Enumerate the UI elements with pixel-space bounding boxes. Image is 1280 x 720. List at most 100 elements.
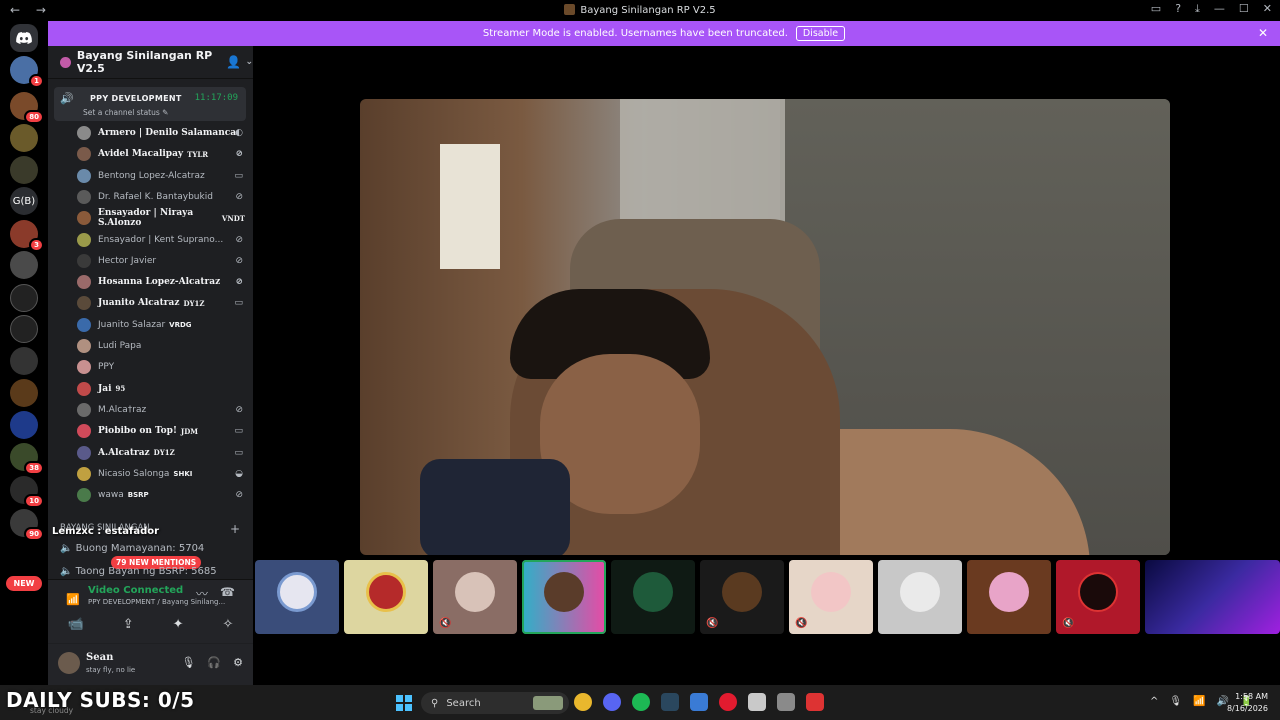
voice-member[interactable]: Juanito Alcatraz DY1Z ▭ bbox=[77, 293, 245, 313]
taskbar-app-notepad-icon[interactable] bbox=[690, 693, 708, 711]
disable-button[interactable]: Disable bbox=[795, 26, 846, 41]
voice-member[interactable]: Piobibo on Top! JDM ▭ bbox=[77, 421, 245, 441]
channel-status[interactable]: Set a channel status ✎ bbox=[83, 108, 168, 117]
add-channel-icon[interactable]: + bbox=[230, 522, 240, 536]
guild-icon[interactable]: 80 bbox=[10, 92, 44, 124]
tray-overflow-icon[interactable]: ^ bbox=[1150, 696, 1158, 707]
taskbar-app-discord-icon[interactable] bbox=[603, 693, 621, 711]
activities-icon[interactable]: ✦ bbox=[173, 617, 184, 632]
taskbar-app-opera-icon[interactable] bbox=[719, 693, 737, 711]
camera-icon[interactable]: 📹 bbox=[68, 617, 84, 632]
guild-icon[interactable]: G(B) bbox=[10, 187, 38, 215]
maximize-button[interactable]: ☐ bbox=[1239, 2, 1249, 16]
headphones-icon[interactable]: 🎧 bbox=[207, 656, 221, 669]
voice-channel-member-count[interactable]: 🔈 Taong Bayan ng BSRP: 5685 bbox=[60, 566, 217, 577]
taskbar-app-app-icon[interactable] bbox=[777, 693, 795, 711]
voice-member[interactable]: M.Alca†raz ⊘ bbox=[77, 400, 245, 420]
banner-close-icon[interactable]: ✕ bbox=[1258, 26, 1268, 40]
member-name: Hector Javier bbox=[98, 255, 157, 266]
guild-icon[interactable] bbox=[10, 251, 38, 279]
new-unreads-pill[interactable]: NEW bbox=[6, 576, 42, 591]
participant-tile[interactable] bbox=[611, 560, 695, 634]
add-member-icon[interactable]: 👤 bbox=[226, 55, 241, 69]
muted-icon: 🔇 bbox=[439, 618, 452, 629]
guild-icon[interactable]: 1 bbox=[10, 56, 44, 88]
guild-icon[interactable] bbox=[10, 315, 38, 343]
voice-member[interactable]: Armero | Denilo Salamanca ◐ bbox=[77, 123, 245, 143]
participant-tile-selected[interactable] bbox=[522, 560, 606, 634]
disconnect-icon[interactable]: ☎ bbox=[220, 585, 235, 599]
settings-gear-icon[interactable]: ⚙ bbox=[233, 656, 243, 669]
voice-member[interactable]: Avidel Macalipay TYLR ⊘ bbox=[77, 144, 245, 164]
close-button[interactable]: ✕ bbox=[1263, 2, 1272, 16]
taskbar-app-obs-icon[interactable] bbox=[748, 693, 766, 711]
server-header[interactable]: Bayang Sinilangan RP V2.5 ⌄ 👤 bbox=[48, 46, 253, 79]
tray-mic-icon[interactable]: 🎙 bbox=[1169, 696, 1182, 707]
participant-tile[interactable] bbox=[344, 560, 428, 634]
voice-status-title[interactable]: Video Connected bbox=[88, 585, 183, 596]
voice-member[interactable]: Nicasio Salonga SHKI ◒ bbox=[77, 464, 245, 484]
guild-icon[interactable] bbox=[10, 379, 38, 407]
voice-channel-member-count[interactable]: 🔈 Buong Mamayanan: 5704 bbox=[60, 543, 204, 554]
voice-member[interactable]: Dr. Rafael K. Bantaybukid ⊘ bbox=[77, 187, 245, 207]
voice-member[interactable]: Hector Javier ⊘ bbox=[77, 251, 245, 271]
taskbar-app-chrome-icon[interactable] bbox=[574, 693, 592, 711]
windows-start-icon[interactable] bbox=[396, 695, 412, 711]
member-status-icon: ⊘ bbox=[235, 404, 243, 415]
help-icon[interactable]: ? bbox=[1175, 2, 1181, 16]
voice-member[interactable]: wawa BSRP ⊘ bbox=[77, 485, 245, 505]
member-guild-tag: 95 bbox=[115, 384, 126, 394]
participant-tile[interactable] bbox=[255, 560, 339, 634]
focused-video-stream[interactable] bbox=[360, 99, 1170, 555]
participant-tile[interactable]: 🔇 bbox=[1056, 560, 1140, 634]
participant-tile[interactable] bbox=[878, 560, 962, 634]
voice-member[interactable]: Jai 95 bbox=[77, 379, 245, 399]
guild-icon[interactable] bbox=[10, 156, 38, 184]
guild-icon[interactable]: 3 bbox=[10, 220, 44, 252]
voice-member[interactable]: Ensayador | Kent Suprano... ⊘ bbox=[77, 230, 245, 250]
download-icon[interactable]: ⤓ bbox=[1195, 2, 1200, 16]
voice-member[interactable]: Ludi Papa bbox=[77, 336, 245, 356]
member-status-icon: ▭ bbox=[234, 426, 243, 437]
voice-member[interactable]: PPY bbox=[77, 357, 245, 377]
wifi-icon[interactable]: 📶 bbox=[1193, 696, 1205, 707]
voice-member[interactable]: Hosanna Lopez-Alcatraz ⊘ bbox=[77, 272, 245, 292]
voice-member[interactable]: Juanito Salazar VRDG bbox=[77, 315, 245, 335]
guild-icon[interactable]: 10 bbox=[10, 476, 44, 508]
voice-member[interactable]: Ensayador | Niraya S.Alonzo VNDT bbox=[77, 208, 245, 228]
taskbar-search[interactable]: ⚲ Search bbox=[421, 692, 569, 714]
taskbar-app-spotify-icon[interactable] bbox=[632, 693, 650, 711]
voice-member[interactable]: A.Alcatraz DY1Z ▭ bbox=[77, 443, 245, 463]
screen-share-icon[interactable]: ⇪ bbox=[123, 617, 134, 632]
taskbar-app-app2-icon[interactable] bbox=[806, 693, 824, 711]
member-guild-tag: VRDG bbox=[169, 320, 192, 329]
member-name: Dr. Rafael K. Bantaybukid bbox=[98, 191, 213, 202]
guild-icon[interactable]: 38 bbox=[10, 443, 44, 475]
username[interactable]: Sean bbox=[86, 652, 113, 663]
inbox-icon[interactable]: ▭ bbox=[1151, 2, 1161, 16]
voice-channel-ppy-development[interactable]: 🔊 PPY DEVELOPMENT 11:17:09 Set a channel… bbox=[54, 87, 246, 121]
participant-tile[interactable] bbox=[1145, 560, 1280, 634]
clock[interactable]: 1:58 AM 8/16/2026 bbox=[1227, 691, 1268, 715]
mic-icon[interactable]: 🎙 bbox=[181, 656, 195, 669]
participant-tile[interactable]: 🔇 bbox=[433, 560, 517, 634]
participant-tile[interactable]: 🔇 bbox=[700, 560, 784, 634]
window-title: Bayang Sinilangan RP V2.5 bbox=[0, 4, 1280, 16]
guild-icon[interactable] bbox=[10, 284, 38, 312]
member-name: Juanito Salazar bbox=[98, 319, 166, 330]
voice-member[interactable]: Bentong Lopez-Alcatraz ▭ bbox=[77, 166, 245, 186]
guild-icon[interactable]: 90 bbox=[10, 509, 44, 541]
unread-badge: 3 bbox=[29, 238, 44, 252]
soundboard-icon[interactable]: ✧ bbox=[223, 617, 234, 632]
noise-suppression-icon[interactable]: 〰 bbox=[196, 585, 208, 602]
guild-icon[interactable] bbox=[10, 124, 38, 152]
discord-logo-icon[interactable] bbox=[10, 24, 38, 52]
participant-tile[interactable] bbox=[967, 560, 1051, 634]
guild-icon[interactable] bbox=[10, 411, 38, 439]
minimize-button[interactable]: — bbox=[1214, 2, 1225, 16]
participant-tile[interactable]: 🔇 bbox=[789, 560, 873, 634]
member-name: M.Alca†raz bbox=[98, 404, 147, 415]
guild-icon[interactable] bbox=[10, 347, 38, 375]
avatar[interactable] bbox=[58, 652, 80, 674]
taskbar-app-steam-icon[interactable] bbox=[661, 693, 679, 711]
